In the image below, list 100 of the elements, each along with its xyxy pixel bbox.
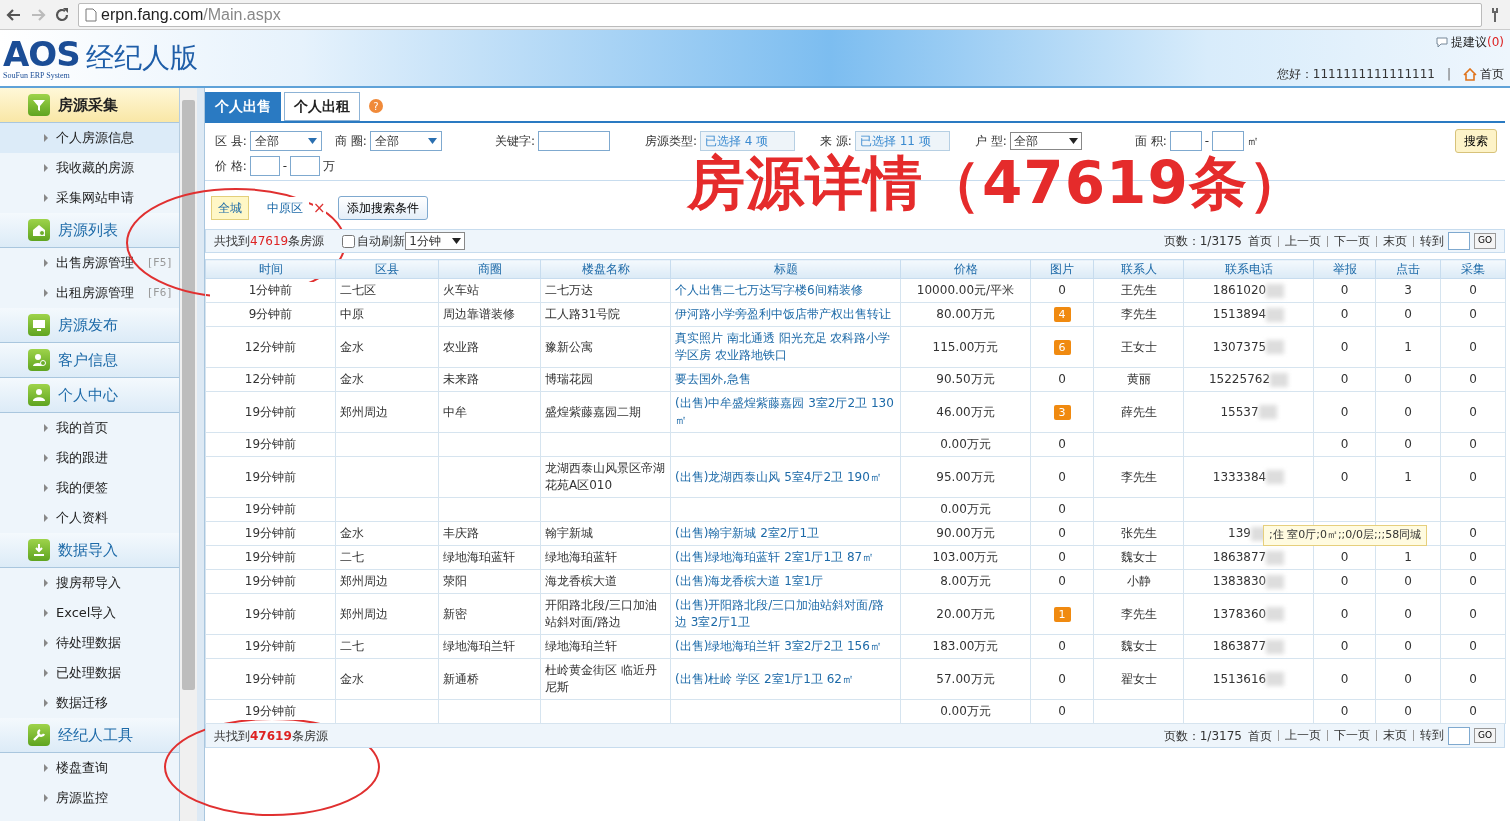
photo-count-badge: 3 [1053,404,1071,420]
multi-select-field[interactable]: 已选择 11 项 [854,131,950,151]
sidebar-item[interactable]: Excel导入 [0,598,179,628]
filter-label: 商 圈: [335,133,367,150]
column-header[interactable]: 价格 [900,259,1031,279]
sidebar-section[interactable]: 房源采集 [0,88,179,123]
multi-select-field[interactable]: 已选择 4 项 [700,131,796,151]
sidebar-item[interactable]: 房源监控 [0,783,179,813]
table-cell: 龙湖西泰山风景区帝湖花苑A区010 [545,460,666,494]
column-header[interactable]: 图片 [1030,259,1094,279]
phone-text: 1378360 [1212,606,1267,621]
blurred-area [1258,405,1277,419]
sidebar-section[interactable]: 客户信息 [0,343,179,378]
add-condition-button[interactable]: 添加搜索条件 [337,196,428,220]
search-button[interactable]: 搜索 [1455,129,1497,153]
phone-text: 1383830 [1212,574,1267,588]
sidebar-item[interactable]: 我的跟进 [0,443,179,473]
phone-text: 1333384 [1212,469,1267,484]
checkbox-label: 自动刷新 [357,233,406,250]
funnel-icon [28,94,50,116]
sidebar-item[interactable]: 数据迁移 [0,688,179,718]
tab[interactable]: 个人出租 [284,92,360,121]
filter-label: 房源类型: [645,133,698,150]
unit-text: 万 [323,158,335,175]
phone-text: 15537 [1220,404,1259,419]
max-input-field[interactable] [290,156,320,176]
sidebar-item[interactable]: 我收藏的房源 [0,153,179,183]
sidebar-section[interactable]: 个人中心 [0,378,179,413]
sidebar-item[interactable]: 个人房源信息 [0,123,179,153]
sidebar-item[interactable]: 我的首页 [0,413,179,443]
phone-text: 1513616 [1212,671,1267,686]
dropdown[interactable]: 全部 [369,131,442,151]
person-icon [28,349,50,371]
sidebar-section[interactable]: 经纪人工具 [0,718,179,753]
home-link[interactable]: 首页 [1480,65,1504,83]
scrollbar[interactable] [180,88,197,821]
pager-link[interactable]: 上一页 [1277,235,1327,247]
sidebar-item[interactable]: 已处理数据 [0,658,179,688]
filter-label: 户 型: [975,133,1007,150]
back-icon[interactable] [6,6,22,23]
caret-icon [1068,138,1078,144]
pager-link[interactable]: 下一页 [1326,730,1376,741]
blurred-area [1266,672,1285,686]
blurred-area [1270,372,1289,387]
sidebar-item[interactable]: 楼盘查询 [0,753,179,783]
tab[interactable]: 个人出售 [205,92,281,121]
photo-count-badge: 6 [1053,339,1071,355]
pager-link[interactable]: 末页 [1375,730,1413,741]
sidebar-section[interactable]: 房源列表 [0,213,179,248]
max-input-field[interactable] [1212,131,1245,151]
splitter[interactable] [197,88,205,821]
column-header[interactable]: 联系人 [1093,259,1184,279]
phone-text: 139 [1228,526,1251,540]
interval-dropdown[interactable]: 1分钟 [405,232,466,250]
filter-chip[interactable]: 全城 [211,196,249,220]
pager-link[interactable]: 首页 [1241,232,1278,250]
separator: | [1446,66,1451,83]
sidebar-item[interactable]: 待处理数据 [0,628,179,658]
dropdown[interactable]: 全部 [249,131,322,151]
column-header[interactable]: 楼盘名称 [540,259,671,279]
tooltip: ;住 室0厅;0㎡;;0/0层;;;58同城 [1263,525,1428,546]
pager-link[interactable]: 末页 [1375,235,1413,247]
phone-text: 1863877 [1212,550,1267,564]
filter-label: 面 积: [1135,133,1167,150]
annotation-text: 房源详情（47619条） [687,154,1307,212]
column-header[interactable]: 时间 [205,259,336,279]
phone-text: 15225762 [1208,372,1271,386]
feedback-link[interactable]: 提建议(0) [1451,33,1504,51]
min-input-field[interactable] [249,156,280,176]
min-input-field[interactable] [1169,131,1202,151]
pager-link[interactable]: 下一页 [1326,235,1376,247]
page-input-field[interactable] [1447,232,1470,250]
blurred-area [1266,470,1285,484]
input-field[interactable] [538,131,611,151]
sidebar-item[interactable]: 采集网站申请 [0,183,179,213]
column-header[interactable]: 标题 [670,259,901,279]
checkbox[interactable] [342,234,356,248]
go-button[interactable]: GO [1473,233,1496,249]
forward-icon[interactable] [30,6,46,23]
column-header[interactable]: 采集 [1440,259,1506,279]
reload-icon[interactable] [54,6,70,23]
column-header[interactable]: 举报 [1313,259,1376,279]
column-header[interactable]: 商圈 [438,259,541,279]
sidebar-item[interactable]: 个人资料 [0,503,179,533]
sidebar-item[interactable]: 出租房源管理 [F6] [0,278,179,308]
column-header[interactable]: 区县 [335,259,439,279]
go-button[interactable]: GO [1473,727,1496,744]
address-bar[interactable]: erpn.fang.com/Main.aspx [78,2,1482,27]
sidebar-section[interactable]: 数据导入 [0,533,179,568]
page-input-field[interactable] [1447,726,1470,745]
sidebar-section[interactable]: 房源发布 [0,308,179,343]
caret-icon [452,238,462,244]
column-header[interactable]: 点击 [1375,259,1441,279]
blurred-area [1266,283,1285,298]
dropdown[interactable]: 全部 [1009,132,1082,150]
sidebar-item[interactable]: 我的便签 [0,473,179,503]
pager-link[interactable]: 上一页 [1277,730,1327,741]
sidebar-item[interactable]: 搜房帮导入 [0,568,179,598]
column-header[interactable]: 联系电话 [1183,259,1314,279]
pager-link[interactable]: 首页 [1241,726,1278,745]
